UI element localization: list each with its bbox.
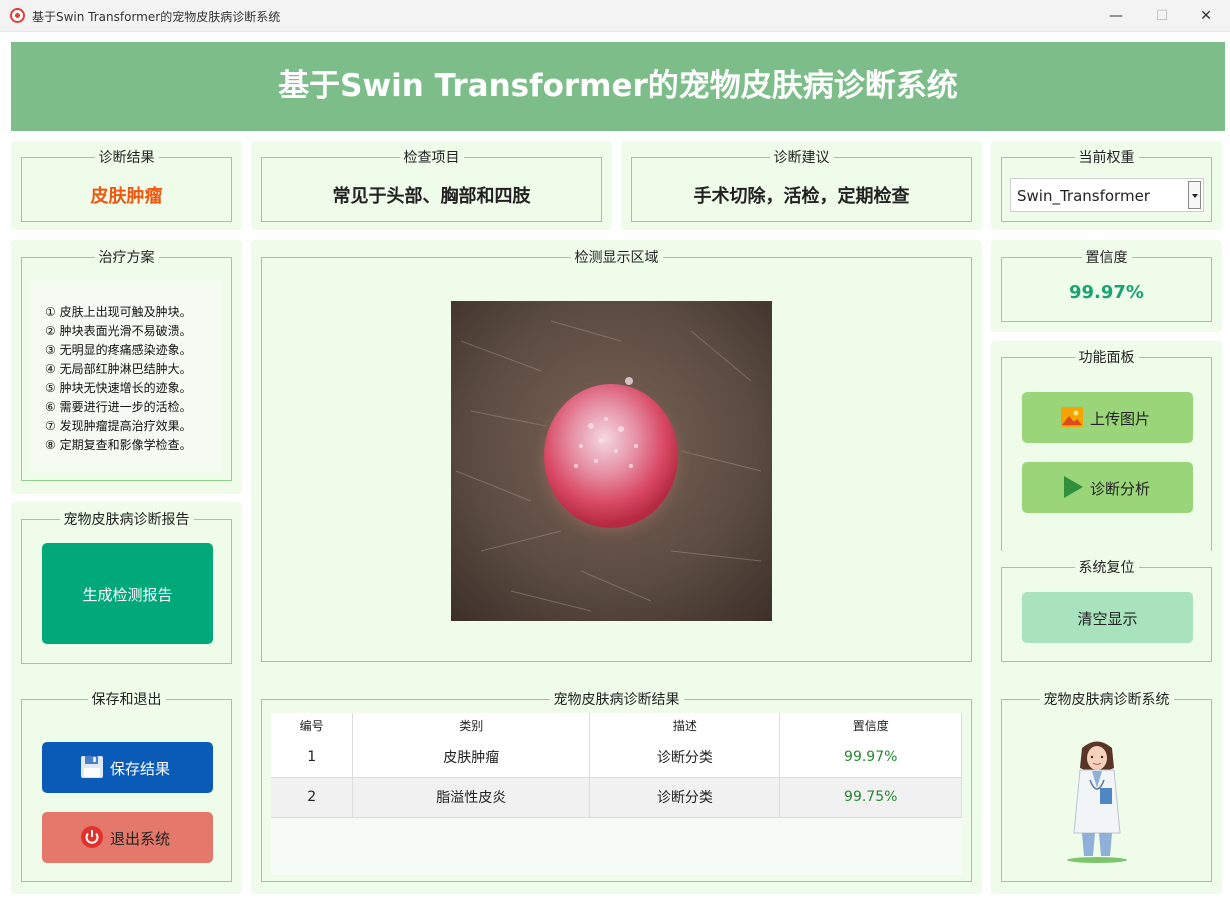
system-brand-panel: 宠物皮肤病诊断系统 xyxy=(991,682,1222,894)
maximize-button[interactable]: ☐ xyxy=(1142,4,1182,28)
table-cell-confidence: 99.75% xyxy=(779,777,962,818)
upload-image-button-label: 上传图片 xyxy=(1090,410,1151,428)
treatment-item: ⑤ 肿块无快速增长的迹象。 xyxy=(45,381,192,395)
treatment-item: ⑧ 定期复查和影像学检查。 xyxy=(45,438,192,452)
image-icon xyxy=(1061,407,1083,427)
close-button[interactable]: ✕ xyxy=(1186,4,1226,28)
diagnosis-advice-panel: 诊断建议 手术切除，活检，定期检查 xyxy=(621,141,982,230)
table-cell-category: 脂溢性皮炎 xyxy=(352,777,591,818)
minimize-button[interactable]: — xyxy=(1096,4,1136,28)
column-header-category: 类别 xyxy=(352,713,591,737)
table-cell-category: 皮肤肿瘤 xyxy=(352,737,591,778)
window-titlebar: 基于Swin Transformer的宠物皮肤病诊断系统 — ☐ ✕ xyxy=(0,0,1230,32)
doctor-illustration xyxy=(1067,741,1127,863)
exam-item-panel: 检查项目 常见于头部、胸部和四肢 xyxy=(251,141,612,230)
diagnosis-advice-label: 诊断建议 xyxy=(769,150,834,166)
results-table-label: 宠物皮肤病诊断结果 xyxy=(549,692,684,708)
treatment-item: ⑥ 需要进行进一步的活检。 xyxy=(45,400,192,414)
function-panel-label: 功能面板 xyxy=(1074,350,1139,366)
confidence-label: 置信度 xyxy=(1081,250,1132,266)
treatment-list: ① 皮肤上出现可触及肿块。 ② 肿块表面光滑不易破溃。 ③ 无明显的疼痛感染迹象… xyxy=(31,280,222,472)
exit-system-button-label: 退出系统 xyxy=(110,830,171,848)
results-table-area: 编号 类别 描述 置信度 1 皮肤肿瘤 诊断分类 99.97% 2 脂溢性皮炎 … xyxy=(271,713,962,875)
treatment-item: ③ 无明显的疼痛感染迹象。 xyxy=(45,343,192,357)
diagnose-button[interactable]: 诊断分析 xyxy=(1022,462,1193,513)
treatment-item: ④ 无局部红肿淋巴结肿大。 xyxy=(45,362,192,376)
diagnosis-result-value: 皮肤肿瘤 xyxy=(90,186,163,207)
table-cell-description: 诊断分类 xyxy=(589,737,781,778)
generate-report-button-label: 生成检测报告 xyxy=(82,586,173,604)
header-banner: 基于Swin Transformer的宠物皮肤病诊断系统 xyxy=(11,42,1225,131)
app-logo-icon xyxy=(10,8,25,23)
confidence-panel: 置信度 99.97% xyxy=(991,240,1222,332)
current-weights-label: 当前权重 xyxy=(1074,150,1139,166)
detection-display-label: 检测显示区域 xyxy=(570,250,663,266)
clear-display-button-label: 清空显示 xyxy=(1077,610,1138,628)
save-exit-panel: 保存和退出 保存结果 退出系统 xyxy=(11,682,242,894)
save-results-button-label: 保存结果 xyxy=(110,760,171,778)
column-header-id: 编号 xyxy=(271,713,354,737)
upload-image-button[interactable]: 上传图片 xyxy=(1022,392,1193,443)
column-header-description: 描述 xyxy=(589,713,781,737)
power-icon xyxy=(81,826,103,848)
skin-lesion-image xyxy=(451,301,772,621)
column-header-confidence: 置信度 xyxy=(779,713,962,737)
treatment-item: ⑦ 发现肿瘤提高治疗效果。 xyxy=(45,419,192,433)
treatment-plan-panel: 治疗方案 ① 皮肤上出现可触及肿块。 ② 肿块表面光滑不易破溃。 ③ 无明显的疼… xyxy=(11,240,242,494)
chevron-down-icon[interactable] xyxy=(1188,181,1201,209)
window-title: 基于Swin Transformer的宠物皮肤病诊断系统 xyxy=(32,10,281,24)
page-title: 基于Swin Transformer的宠物皮肤病诊断系统 xyxy=(278,68,958,104)
report-label: 宠物皮肤病诊断报告 xyxy=(59,512,194,528)
clear-display-button[interactable]: 清空显示 xyxy=(1022,592,1193,643)
results-table: 编号 类别 描述 置信度 1 皮肤肿瘤 诊断分类 99.97% 2 脂溢性皮炎 … xyxy=(271,713,962,818)
table-cell-description: 诊断分类 xyxy=(589,777,781,818)
save-results-button[interactable]: 保存结果 xyxy=(42,742,213,793)
confidence-value: 99.97% xyxy=(1069,282,1144,303)
table-cell-confidence: 99.97% xyxy=(779,737,962,778)
table-cell-id: 2 xyxy=(271,777,354,818)
table-header-row: 编号 类别 描述 置信度 xyxy=(271,713,962,737)
table-row[interactable]: 1 皮肤肿瘤 诊断分类 99.97% xyxy=(271,737,962,778)
detection-display-panel: 检测显示区域 xyxy=(251,240,982,704)
play-icon xyxy=(1064,476,1083,498)
system-brand-label: 宠物皮肤病诊断系统 xyxy=(1039,692,1174,708)
table-row[interactable]: 2 脂溢性皮炎 诊断分类 99.75% xyxy=(271,777,962,818)
save-exit-label: 保存和退出 xyxy=(87,692,166,708)
floppy-disk-icon xyxy=(81,756,103,778)
exam-item-value: 常见于头部、胸部和四肢 xyxy=(332,186,531,207)
diagnosis-advice-value: 手术切除，活检，定期检查 xyxy=(693,186,910,207)
system-reset-label: 系统复位 xyxy=(1074,560,1139,576)
report-panel: 宠物皮肤病诊断报告 生成检测报告 xyxy=(11,502,242,702)
weights-dropdown[interactable]: Swin_Transformer xyxy=(1010,178,1204,212)
diagnosis-result-panel: 诊断结果 皮肤肿瘤 xyxy=(11,141,242,230)
diagnosis-result-label: 诊断结果 xyxy=(94,150,159,166)
results-table-panel: 宠物皮肤病诊断结果 编号 类别 描述 置信度 1 皮肤肿瘤 诊断分类 99.97… xyxy=(251,682,982,894)
treatment-item: ① 皮肤上出现可触及肿块。 xyxy=(45,305,192,319)
exam-item-label: 检查项目 xyxy=(399,150,464,166)
diagnose-button-label: 诊断分析 xyxy=(1090,480,1151,498)
treatment-plan-label: 治疗方案 xyxy=(94,250,159,266)
system-reset-panel: 系统复位 清空显示 xyxy=(991,551,1222,692)
generate-report-button[interactable]: 生成检测报告 xyxy=(42,543,213,644)
function-panel: 功能面板 上传图片 诊断分析 xyxy=(991,341,1222,572)
table-cell-id: 1 xyxy=(271,737,354,778)
current-weights-panel: 当前权重 Swin_Transformer xyxy=(991,141,1222,230)
treatment-item: ② 肿块表面光滑不易破溃。 xyxy=(45,324,192,338)
app-body: 基于Swin Transformer的宠物皮肤病诊断系统 诊断结果 皮肤肿瘤 检… xyxy=(0,32,1230,904)
exit-system-button[interactable]: 退出系统 xyxy=(42,812,213,863)
weights-selected-value: Swin_Transformer xyxy=(1017,187,1150,205)
